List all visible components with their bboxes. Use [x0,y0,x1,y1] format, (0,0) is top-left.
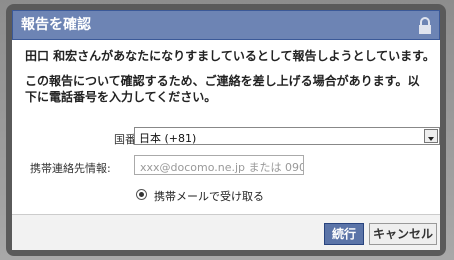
mobile-contact-label: 携帯連絡先情報: [30,162,111,175]
mobile-contact-input[interactable]: xxx@docomo.ne.jp または 090-xxxx [134,155,304,175]
dialog-header: 報告を確認 [12,10,440,40]
dialog-title: 報告を確認 [21,17,91,33]
lock-icon [419,17,431,34]
country-code-value: 日本 (+81) [139,132,197,145]
instruction-message: この報告について確認するため、ご連絡を差し上げる場合があります。以下に電話番号を… [25,74,420,104]
radio-label: 携帯メールで受け取る [154,190,264,203]
mobile-contact-placeholder: xxx@docomo.ne.jp または 090-xxxx [140,161,303,174]
report-dialog: 報告を確認 田口 和宏さんがあなたになりすましているとして報告しようとしています… [6,4,446,256]
continue-button[interactable]: 続行 [324,223,364,245]
cancel-button[interactable]: キャンセル [369,223,437,245]
country-code-select[interactable]: 日本 (+81) [134,127,440,145]
dialog-body: 田口 和宏さんがあなたになりすましているとして報告しようとしています。 この報告… [12,40,440,214]
impersonation-message: 田口 和宏さんがあなたになりすましているとして報告しようとしています。 [25,49,435,63]
radio-button[interactable] [136,189,147,200]
chevron-down-icon[interactable] [424,129,438,143]
dialog-footer: 続行 キャンセル [12,214,440,250]
radio-selected-dot [139,192,144,197]
